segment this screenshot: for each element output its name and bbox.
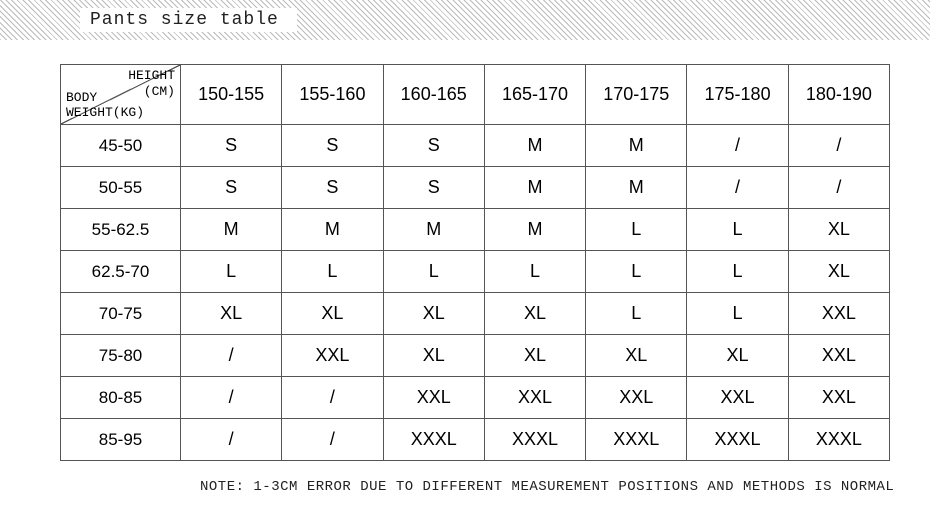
size-cell: S: [383, 125, 484, 167]
size-cell: M: [282, 209, 383, 251]
col-header: 160-165: [383, 65, 484, 125]
size-cell: XL: [484, 335, 585, 377]
size-cell: /: [282, 377, 383, 419]
col-header: 155-160: [282, 65, 383, 125]
size-cell: XL: [484, 293, 585, 335]
row-header: 62.5-70: [61, 251, 181, 293]
size-cell: M: [383, 209, 484, 251]
size-cell: L: [687, 293, 788, 335]
size-cell: XXXL: [687, 419, 788, 461]
size-cell: /: [181, 419, 282, 461]
row-header: 80-85: [61, 377, 181, 419]
size-cell: S: [181, 125, 282, 167]
size-cell: /: [687, 125, 788, 167]
size-cell: XL: [282, 293, 383, 335]
table-row: 70-75XLXLXLXLLLXXL: [61, 293, 890, 335]
table-row: 62.5-70LLLLLLXL: [61, 251, 890, 293]
row-header: 70-75: [61, 293, 181, 335]
size-cell: L: [484, 251, 585, 293]
size-cell: XXL: [788, 293, 889, 335]
size-cell: M: [484, 209, 585, 251]
size-cell: XXL: [282, 335, 383, 377]
size-cell: XL: [181, 293, 282, 335]
table-row: 85-95//XXXLXXXLXXXLXXXLXXXL: [61, 419, 890, 461]
footer-note: NOTE: 1-3CM ERROR DUE TO DIFFERENT MEASU…: [0, 469, 930, 495]
size-cell: M: [181, 209, 282, 251]
size-cell: XL: [586, 335, 687, 377]
size-cell: S: [282, 125, 383, 167]
size-cell: /: [788, 125, 889, 167]
table-row: 50-55SSSMM//: [61, 167, 890, 209]
col-header: 170-175: [586, 65, 687, 125]
size-cell: M: [586, 167, 687, 209]
size-cell: M: [484, 125, 585, 167]
size-cell: L: [181, 251, 282, 293]
size-cell: XXXL: [484, 419, 585, 461]
size-cell: M: [484, 167, 585, 209]
size-cell: XXXL: [586, 419, 687, 461]
size-cell: /: [282, 419, 383, 461]
size-cell: L: [586, 251, 687, 293]
size-cell: S: [181, 167, 282, 209]
table-row: 75-80/XXLXLXLXLXLXXL: [61, 335, 890, 377]
size-table: HEIGHT (CM) BODY WEIGHT(KG) 150-155155-1…: [60, 64, 890, 461]
col-header: 150-155: [181, 65, 282, 125]
size-cell: XXL: [687, 377, 788, 419]
size-cell: L: [687, 209, 788, 251]
size-cell: XL: [383, 335, 484, 377]
size-cell: XL: [687, 335, 788, 377]
size-cell: /: [687, 167, 788, 209]
table-row: 45-50SSSMM//: [61, 125, 890, 167]
size-cell: XXXL: [788, 419, 889, 461]
page-title: Pants size table: [80, 8, 297, 32]
size-cell: S: [282, 167, 383, 209]
row-header: 50-55: [61, 167, 181, 209]
size-cell: L: [383, 251, 484, 293]
size-cell: XXL: [383, 377, 484, 419]
size-cell: XL: [383, 293, 484, 335]
table-header-row: HEIGHT (CM) BODY WEIGHT(KG) 150-155155-1…: [61, 65, 890, 125]
header-band: Pants size table: [0, 0, 930, 40]
size-cell: M: [586, 125, 687, 167]
size-cell: /: [181, 335, 282, 377]
size-cell: XL: [788, 209, 889, 251]
row-header: 55-62.5: [61, 209, 181, 251]
row-header: 85-95: [61, 419, 181, 461]
col-header: 180-190: [788, 65, 889, 125]
size-cell: XXL: [484, 377, 585, 419]
size-cell: XXL: [788, 335, 889, 377]
col-header: 175-180: [687, 65, 788, 125]
size-cell: XXL: [586, 377, 687, 419]
size-cell: L: [586, 293, 687, 335]
col-header: 165-170: [484, 65, 585, 125]
size-cell: S: [383, 167, 484, 209]
corner-cell: HEIGHT (CM) BODY WEIGHT(KG): [61, 65, 181, 125]
size-cell: XXXL: [383, 419, 484, 461]
table-row: 80-85//XXLXXLXXLXXLXXL: [61, 377, 890, 419]
table-container: HEIGHT (CM) BODY WEIGHT(KG) 150-155155-1…: [0, 40, 930, 469]
row-header: 75-80: [61, 335, 181, 377]
size-cell: L: [687, 251, 788, 293]
size-cell: /: [788, 167, 889, 209]
size-cell: XL: [788, 251, 889, 293]
table-body: 45-50SSSMM//50-55SSSMM//55-62.5MMMMLLXL6…: [61, 125, 890, 461]
size-cell: L: [586, 209, 687, 251]
size-cell: L: [282, 251, 383, 293]
table-row: 55-62.5MMMMLLXL: [61, 209, 890, 251]
size-cell: XXL: [788, 377, 889, 419]
size-cell: /: [181, 377, 282, 419]
row-header: 45-50: [61, 125, 181, 167]
corner-weight-label: BODY WEIGHT(KG): [66, 90, 144, 121]
